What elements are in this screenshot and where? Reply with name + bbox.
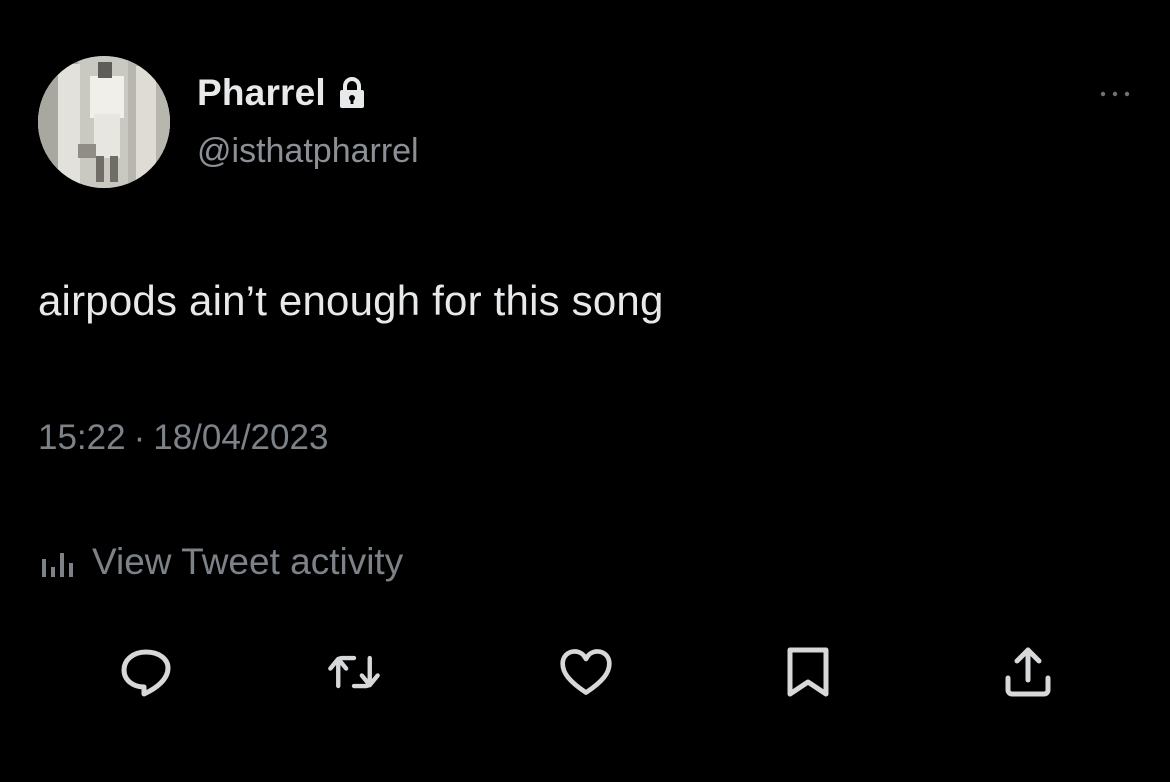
more-horizontal-icon [1100, 91, 1130, 97]
timestamp-separator: · [133, 418, 146, 457]
bookmark-icon [787, 647, 829, 697]
tweet-time: 15:22 [38, 418, 126, 457]
author-display-name[interactable]: Pharrel [197, 72, 326, 114]
view-tweet-activity-label: View Tweet activity [92, 541, 404, 582]
lock-icon [338, 77, 366, 109]
avatar[interactable] [38, 56, 170, 188]
retweet-button[interactable] [326, 644, 382, 700]
heart-icon [560, 649, 612, 695]
view-tweet-activity-link[interactable]: View Tweet activity [38, 541, 403, 583]
reply-button[interactable] [118, 644, 174, 700]
tweet-timestamp[interactable]: 15:22 · 18/04/2023 [38, 418, 328, 458]
bar-chart-icon [42, 553, 73, 577]
bookmark-button[interactable] [780, 644, 836, 700]
share-button[interactable] [1000, 644, 1056, 700]
tweet-text: airpods ain’t enough for this song [38, 277, 664, 324]
author-handle[interactable]: @isthatpharrel [197, 132, 419, 171]
author-name-row[interactable]: Pharrel [197, 72, 366, 114]
tweet-detail: Pharrel @isthatpharrel airpods ain’t eno… [0, 0, 1170, 782]
retweet-icon [328, 655, 380, 689]
share-icon [1005, 647, 1051, 697]
reply-icon [121, 649, 171, 697]
like-button[interactable] [558, 644, 614, 700]
more-options-button[interactable] [1094, 84, 1138, 104]
tweet-date: 18/04/2023 [153, 418, 329, 457]
